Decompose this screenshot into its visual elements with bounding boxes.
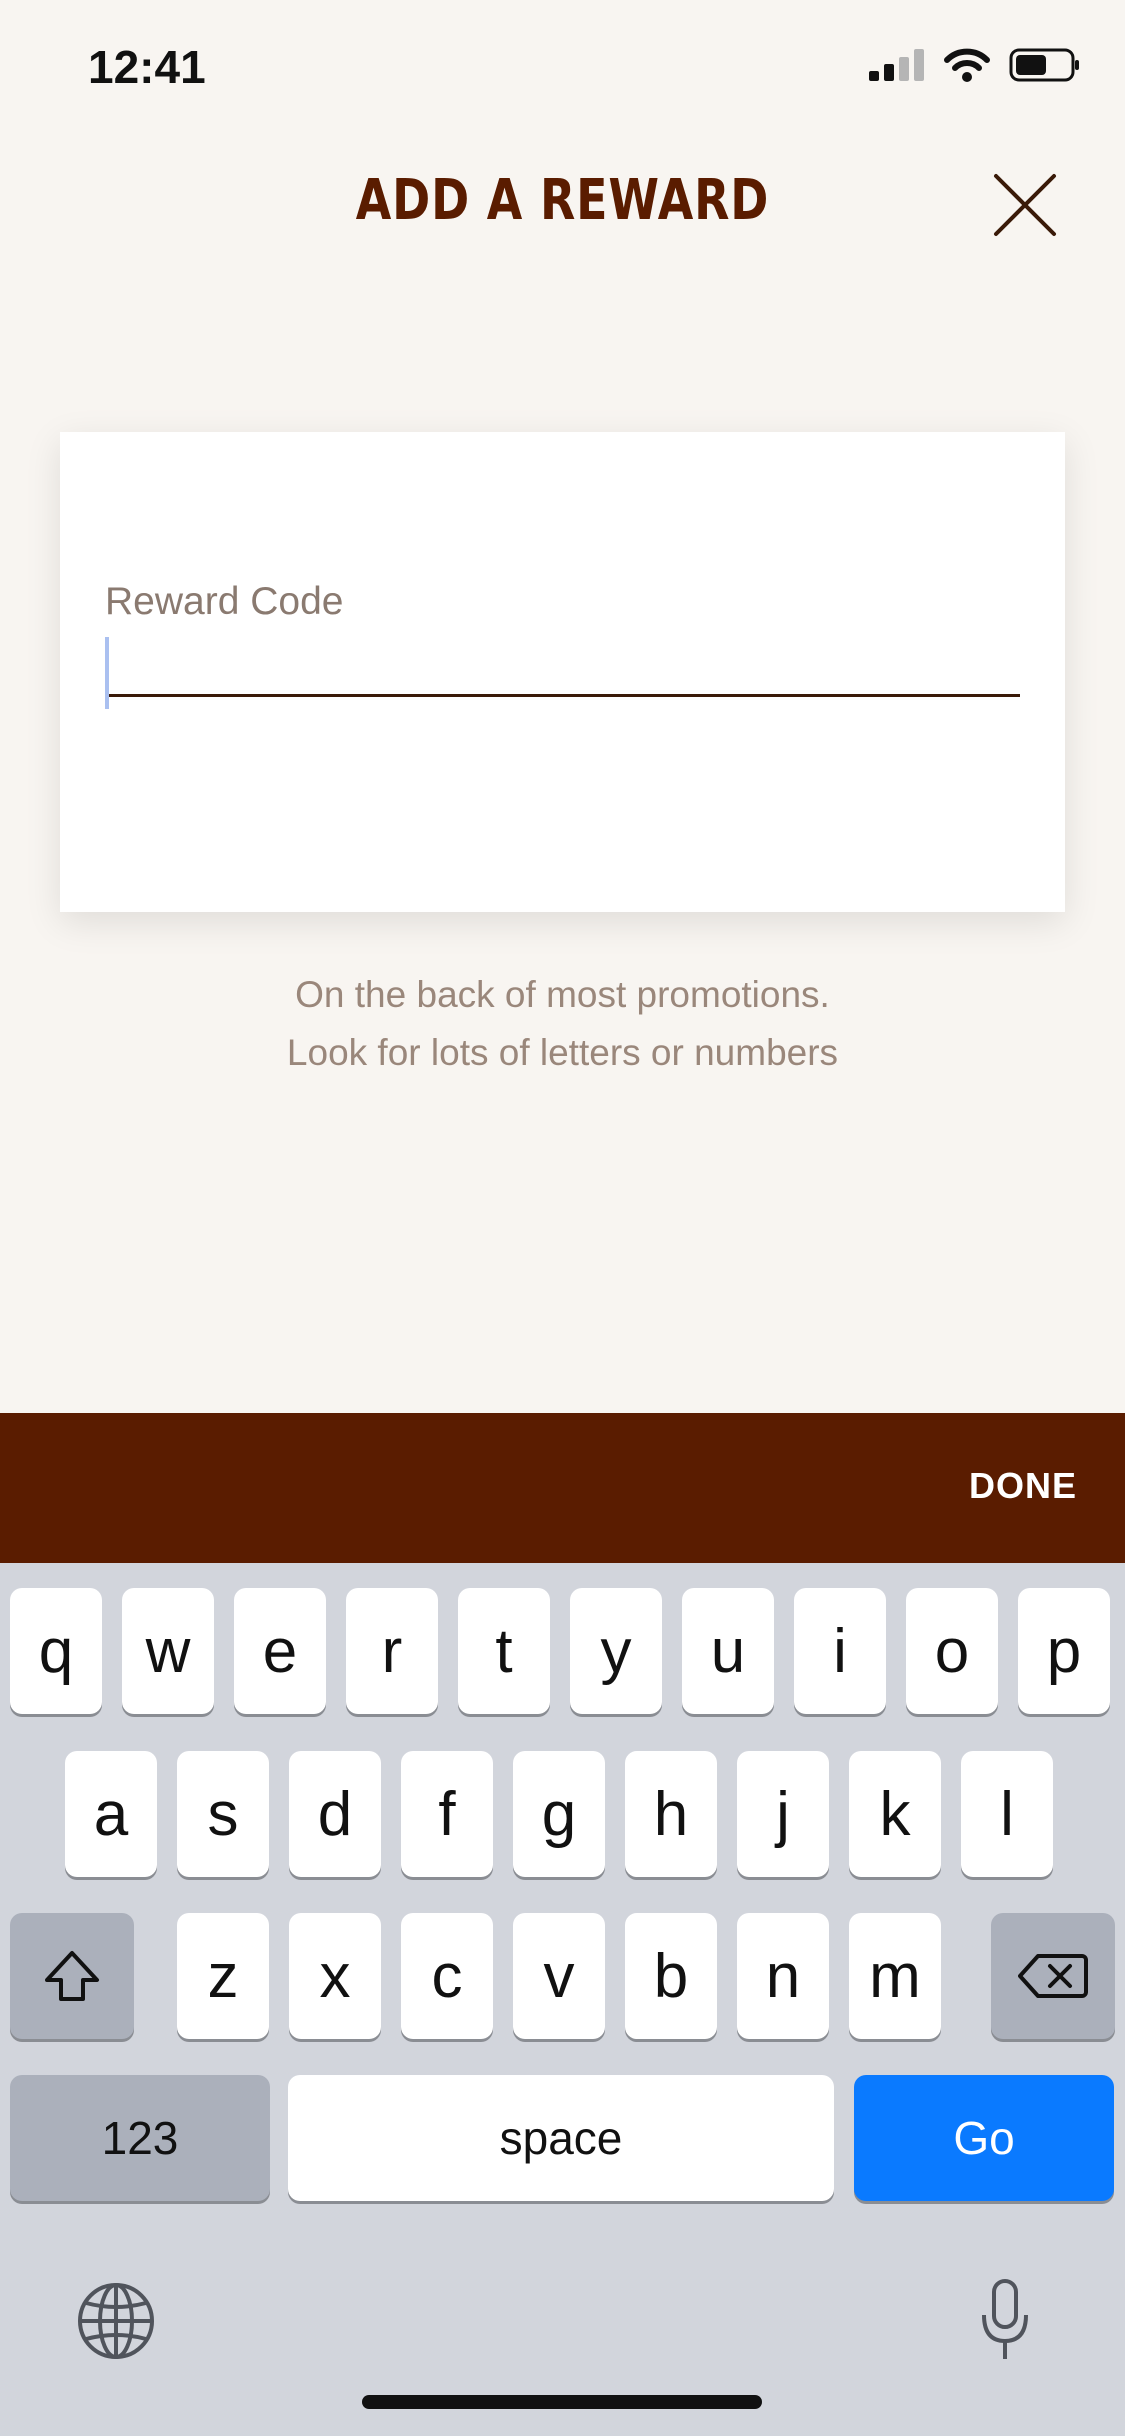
reward-code-label: Reward Code bbox=[105, 580, 344, 623]
wifi-icon bbox=[944, 48, 990, 82]
key-m[interactable]: m bbox=[849, 1913, 941, 2039]
reward-code-input[interactable] bbox=[105, 632, 1020, 697]
key-s[interactable]: s bbox=[177, 1751, 269, 1877]
key-k[interactable]: k bbox=[849, 1751, 941, 1877]
key-i[interactable]: i bbox=[794, 1588, 886, 1714]
keyboard: q w e r t y u i o p a s d f g h j k l z … bbox=[0, 1563, 1125, 2436]
key-q[interactable]: q bbox=[10, 1588, 102, 1714]
key-v[interactable]: v bbox=[513, 1913, 605, 2039]
key-o[interactable]: o bbox=[906, 1588, 998, 1714]
key-w[interactable]: w bbox=[122, 1588, 214, 1714]
key-f[interactable]: f bbox=[401, 1751, 493, 1877]
shift-key[interactable] bbox=[10, 1913, 134, 2039]
key-h[interactable]: h bbox=[625, 1751, 717, 1877]
keyboard-toolbar: DONE bbox=[0, 1413, 1125, 1563]
hint-text: On the back of most promotions. Look for… bbox=[0, 966, 1125, 1082]
status-time: 12:41 bbox=[88, 41, 206, 93]
go-key[interactable]: Go bbox=[854, 2075, 1114, 2201]
battery-icon bbox=[1009, 48, 1079, 82]
key-b[interactable]: b bbox=[625, 1913, 717, 2039]
backspace-icon bbox=[1018, 1954, 1088, 1998]
key-a[interactable]: a bbox=[65, 1751, 157, 1877]
hint-line-2: Look for lots of letters or numbers bbox=[286, 1032, 839, 1073]
globe-icon[interactable] bbox=[76, 2281, 156, 2361]
home-indicator bbox=[362, 2395, 762, 2409]
reward-code-card: Reward Code bbox=[60, 432, 1065, 912]
numbers-key[interactable]: 123 bbox=[10, 2075, 270, 2201]
key-t[interactable]: t bbox=[458, 1588, 550, 1714]
key-u[interactable]: u bbox=[682, 1588, 774, 1714]
key-x[interactable]: x bbox=[289, 1913, 381, 2039]
done-button[interactable]: DONE bbox=[969, 1465, 1077, 1507]
key-z[interactable]: z bbox=[177, 1913, 269, 2039]
key-l[interactable]: l bbox=[961, 1751, 1053, 1877]
key-j[interactable]: j bbox=[737, 1751, 829, 1877]
status-icons bbox=[869, 48, 1081, 82]
page-title: ADD A REWARD bbox=[355, 168, 770, 233]
key-d[interactable]: d bbox=[289, 1751, 381, 1877]
key-e[interactable]: e bbox=[234, 1588, 326, 1714]
microphone-icon[interactable] bbox=[980, 2279, 1030, 2363]
key-g[interactable]: g bbox=[513, 1751, 605, 1877]
hint-line-1: On the back of most promotions. bbox=[295, 974, 830, 1015]
shift-icon bbox=[45, 1951, 99, 2001]
key-c[interactable]: c bbox=[401, 1913, 493, 2039]
space-key[interactable]: space bbox=[288, 2075, 834, 2201]
backspace-key[interactable] bbox=[991, 1913, 1115, 2039]
cellular-signal-icon bbox=[869, 49, 924, 81]
text-cursor bbox=[105, 637, 109, 709]
close-icon[interactable] bbox=[990, 170, 1060, 240]
key-y[interactable]: y bbox=[570, 1588, 662, 1714]
key-r[interactable]: r bbox=[346, 1588, 438, 1714]
key-p[interactable]: p bbox=[1018, 1588, 1110, 1714]
key-n[interactable]: n bbox=[737, 1913, 829, 2039]
